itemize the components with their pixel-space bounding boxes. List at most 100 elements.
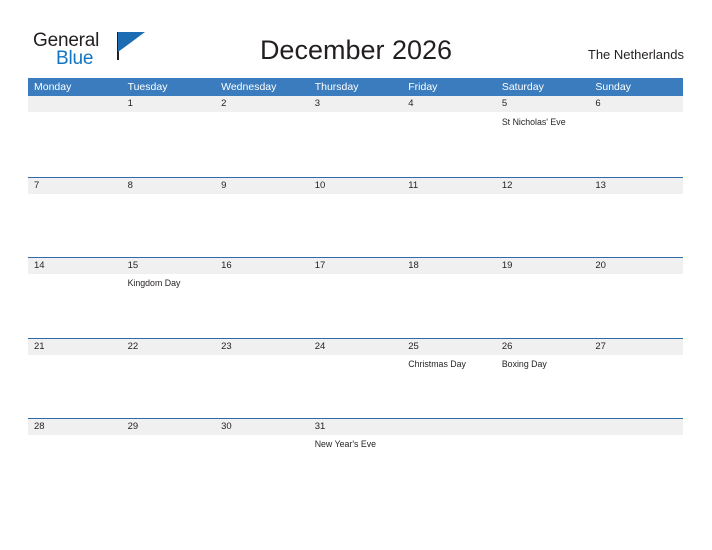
day-number-band: 21 22 23 24 25 26 27	[28, 338, 683, 355]
day-number-empty	[28, 96, 122, 112]
day-cell	[496, 274, 590, 337]
day-cell	[309, 355, 403, 418]
weekday-header-thursday: Thursday	[314, 81, 359, 93]
day-cell	[589, 113, 683, 176]
day-cell	[589, 194, 683, 257]
country-label: The Netherlands	[587, 47, 684, 62]
holiday-event-label: New Year's Eve	[314, 439, 377, 449]
day-number-14[interactable]: 14	[28, 258, 122, 274]
calendar-week-row: 1 2 3 4 5 6 St Nicholas' Eve	[28, 96, 683, 177]
day-number-16[interactable]: 16	[215, 258, 309, 274]
weekday-header-sunday: Sunday	[595, 81, 631, 93]
day-cell	[589, 355, 683, 418]
day-number-1[interactable]: 1	[122, 96, 216, 112]
day-cell	[122, 435, 216, 498]
day-number-26[interactable]: 26	[496, 339, 590, 355]
day-cell	[215, 113, 309, 176]
day-number-22[interactable]: 22	[122, 339, 216, 355]
day-number-empty	[402, 419, 496, 435]
weekday-header-row: Monday Tuesday Wednesday Thursday Friday Satu…	[28, 78, 683, 96]
day-cell	[309, 274, 403, 337]
day-number-24[interactable]: 24	[309, 339, 403, 355]
holiday-event-label: Kingdom Day	[127, 278, 181, 288]
day-cell: St Nicholas' Eve	[496, 113, 590, 176]
day-cell	[589, 274, 683, 337]
day-number-20[interactable]: 20	[589, 258, 683, 274]
day-cell	[28, 274, 122, 337]
day-cell	[589, 435, 683, 498]
day-events-band	[28, 194, 683, 257]
day-number-31[interactable]: 31	[309, 419, 403, 435]
weekday-header-wednesday: Wednesday	[221, 81, 277, 93]
calendar-week-row: 28 29 30 31 New Year's Eve	[28, 418, 683, 499]
day-number-empty	[589, 419, 683, 435]
day-number-9[interactable]: 9	[215, 178, 309, 194]
calendar-week-row: 21 22 23 24 25 26 27 Christmas Day Boxing Day	[28, 337, 683, 419]
weekday-header-saturday: Saturday	[501, 81, 544, 93]
day-number-28[interactable]: 28	[28, 419, 122, 435]
day-number-6[interactable]: 6	[589, 96, 683, 112]
calendar-page: General Blue December 2026 The Netherlan…	[0, 0, 712, 550]
day-number-empty	[496, 419, 590, 435]
day-number-30[interactable]: 30	[215, 419, 309, 435]
day-cell	[496, 194, 590, 257]
day-cell	[28, 113, 122, 176]
holiday-event-label: Christmas Day	[408, 358, 466, 369]
day-number-3[interactable]: 3	[309, 96, 403, 112]
day-cell: Kingdom Day	[122, 274, 216, 337]
day-number-21[interactable]: 21	[28, 339, 122, 355]
weekday-header-tuesday: Tuesday	[127, 81, 168, 93]
day-cell	[28, 355, 122, 418]
day-cell: New Year's Eve	[309, 435, 403, 498]
calendar-weeks: 1 2 3 4 5 6 St Nicholas' Eve 7 8 9 10 11 12 13 14 15 16 1…	[28, 96, 683, 499]
day-cell	[402, 113, 496, 176]
day-number-5[interactable]: 5	[496, 96, 590, 112]
day-number-19[interactable]: 19	[496, 258, 590, 274]
day-cell	[402, 274, 496, 337]
day-number-10[interactable]: 10	[309, 178, 403, 194]
day-number-band: 14 15 16 17 18 19 20	[28, 258, 683, 274]
day-number-27[interactable]: 27	[589, 339, 683, 355]
day-cell	[402, 435, 496, 498]
day-number-12[interactable]: 12	[496, 178, 590, 194]
day-number-25[interactable]: 25	[402, 339, 496, 355]
holiday-event-label: Boxing Day	[501, 358, 547, 369]
day-events-band: Kingdom Day	[28, 274, 683, 337]
day-number-18[interactable]: 18	[402, 258, 496, 274]
day-number-band: 28 29 30 31	[28, 419, 683, 435]
weekday-header-friday: Friday	[408, 81, 438, 93]
page-header: General Blue December 2026 The Netherlan…	[0, 0, 712, 76]
day-cell	[122, 194, 216, 257]
day-number-band: 123456	[28, 96, 683, 112]
day-number-8[interactable]: 8	[122, 178, 216, 194]
day-cell	[122, 355, 216, 418]
day-cell	[215, 355, 309, 418]
day-cell	[309, 113, 403, 176]
day-cell	[309, 194, 403, 257]
day-cell	[215, 274, 309, 337]
day-number-29[interactable]: 29	[122, 419, 216, 435]
holiday-event-label: St Nicholas' Eve	[501, 117, 566, 127]
day-cell	[402, 194, 496, 257]
day-cell	[215, 194, 309, 257]
day-number-11[interactable]: 11	[402, 178, 496, 194]
weekday-header-monday: Monday	[34, 81, 72, 93]
day-cell	[28, 435, 122, 498]
day-number-2[interactable]: 2	[215, 96, 309, 112]
calendar-grid: Monday Tuesday Wednesday Thursday Friday Satu…	[28, 78, 683, 499]
day-cell	[28, 194, 122, 257]
day-number-13[interactable]: 13	[589, 178, 683, 194]
day-number-23[interactable]: 23	[215, 339, 309, 355]
day-number-band: 7 8 9 10 11 12 13	[28, 177, 683, 194]
calendar-week-row: 7 8 9 10 11 12 13	[28, 176, 683, 258]
day-events-band: New Year's Eve	[28, 435, 683, 498]
calendar-week-row: 14 15 16 17 18 19 20 Kingdom Day	[28, 257, 683, 338]
day-number-7[interactable]: 7	[28, 178, 122, 194]
day-number-17[interactable]: 17	[309, 258, 403, 274]
day-number-15[interactable]: 15	[122, 258, 216, 274]
day-cell	[215, 435, 309, 498]
day-number-4[interactable]: 4	[402, 96, 496, 112]
day-events-band: Christmas Day Boxing Day	[28, 355, 683, 418]
day-cell	[496, 435, 590, 498]
day-cell: Christmas Day	[402, 355, 496, 418]
